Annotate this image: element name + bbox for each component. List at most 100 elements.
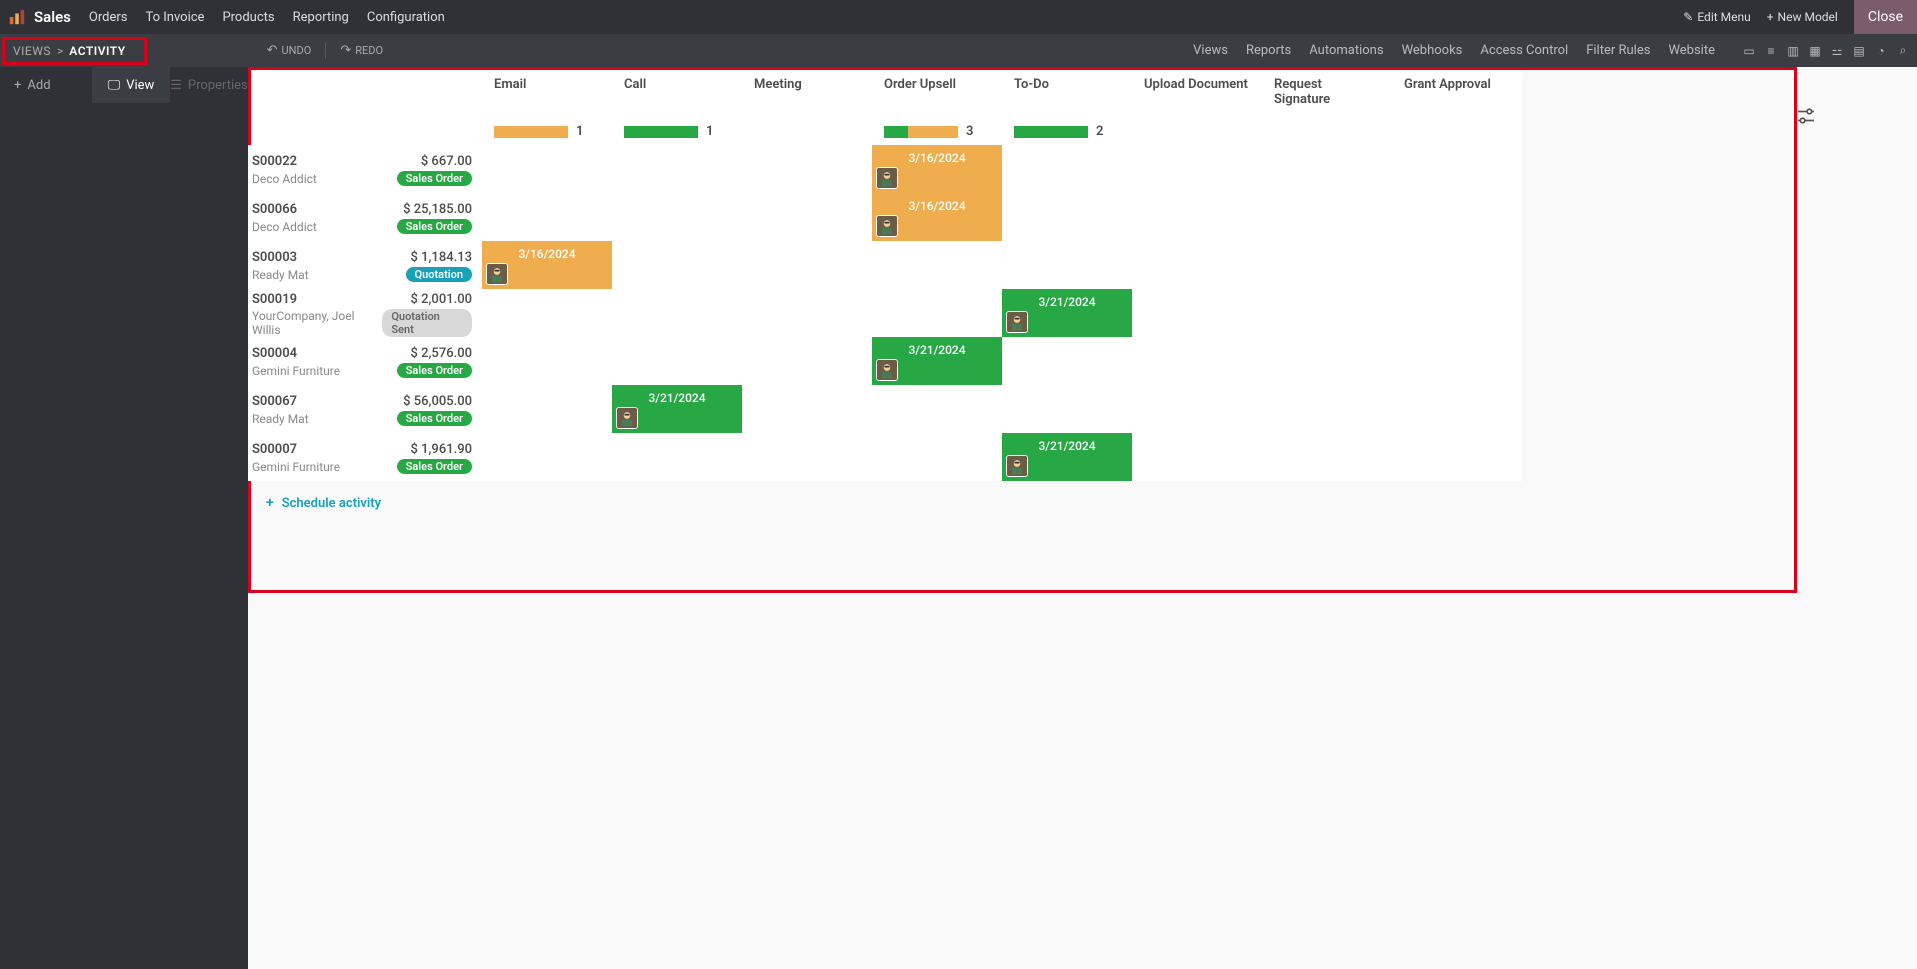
activity-cell[interactable] (742, 193, 872, 241)
activity-cell[interactable] (612, 433, 742, 481)
activity-cell[interactable] (742, 433, 872, 481)
activity-cell[interactable] (1262, 193, 1392, 241)
activity-cell[interactable] (872, 385, 1002, 433)
tb-access-control[interactable]: Access Control (1480, 43, 1568, 58)
activity-cell[interactable] (1132, 241, 1262, 289)
record-info[interactable]: S00007$ 1,961.90Gemini FurnitureSales Or… (248, 433, 482, 481)
activity-cell[interactable] (482, 145, 612, 193)
activity-cell[interactable] (1002, 337, 1132, 385)
edit-menu-button[interactable]: ✎Edit Menu (1683, 10, 1750, 24)
activity-cell[interactable] (1132, 193, 1262, 241)
view-pivot-icon[interactable]: ▤ (1851, 43, 1867, 59)
activity-card[interactable]: 3/16/2024 (482, 241, 612, 289)
sidebar-properties-tab[interactable]: ☰Properties (170, 67, 248, 103)
sidebar-add-button[interactable]: +Add (0, 67, 92, 103)
record-info[interactable]: S00022$ 667.00Deco AddictSales Order (248, 145, 482, 193)
view-calendar-icon[interactable]: ▦ (1807, 43, 1823, 59)
activity-cell[interactable] (1392, 241, 1522, 289)
activity-card[interactable]: 3/21/2024 (612, 385, 742, 433)
activity-cell[interactable] (872, 241, 1002, 289)
sidebar-view-tab[interactable]: 🖵View (92, 67, 170, 103)
close-button[interactable]: Close (1854, 0, 1917, 34)
activity-cell[interactable] (612, 289, 742, 337)
activity-cell[interactable]: 3/21/2024 (872, 337, 1002, 385)
activity-cell[interactable] (1132, 289, 1262, 337)
activity-cell[interactable] (482, 385, 612, 433)
activity-cell[interactable]: 3/21/2024 (1002, 289, 1132, 337)
activity-cell[interactable]: 3/16/2024 (482, 241, 612, 289)
activity-card[interactable]: 3/21/2024 (1002, 433, 1132, 481)
activity-cell[interactable] (482, 433, 612, 481)
crumb-activity[interactable]: Activity (69, 44, 125, 58)
tb-webhooks[interactable]: Webhooks (1402, 43, 1463, 58)
view-list-icon[interactable]: ≡ (1763, 43, 1779, 59)
activity-cell[interactable] (1002, 145, 1132, 193)
activity-cell[interactable] (1002, 241, 1132, 289)
activity-cell[interactable] (612, 241, 742, 289)
crumb-views[interactable]: Views (13, 44, 51, 58)
record-info[interactable]: S00019$ 2,001.00YourCompany, Joel Willis… (248, 289, 482, 337)
tb-automations[interactable]: Automations (1309, 43, 1383, 58)
activity-cell[interactable] (482, 289, 612, 337)
activity-cell[interactable] (1262, 241, 1392, 289)
activity-cell[interactable] (1262, 289, 1392, 337)
activity-cell[interactable] (1392, 193, 1522, 241)
app-brand[interactable]: Sales (34, 8, 71, 26)
view-search-icon[interactable]: ⌕ (1895, 43, 1911, 59)
activity-cell[interactable] (742, 289, 872, 337)
tb-filter-rules[interactable]: Filter Rules (1586, 43, 1650, 58)
record-info[interactable]: S00004$ 2,576.00Gemini FurnitureSales Or… (248, 337, 482, 385)
activity-card[interactable]: 3/21/2024 (1002, 289, 1132, 337)
activity-cell[interactable] (1132, 337, 1262, 385)
activity-cell[interactable] (612, 337, 742, 385)
activity-cell[interactable] (482, 337, 612, 385)
activity-cell[interactable] (1262, 145, 1392, 193)
activity-cell[interactable]: 3/21/2024 (612, 385, 742, 433)
undo-button[interactable]: ↶Undo (267, 43, 312, 58)
activity-cell[interactable] (1132, 385, 1262, 433)
tb-website[interactable]: Website (1668, 43, 1715, 58)
activity-cell[interactable] (1392, 337, 1522, 385)
activity-cell[interactable]: 3/21/2024 (1002, 433, 1132, 481)
activity-cell[interactable] (742, 145, 872, 193)
record-info[interactable]: S00067$ 56,005.00Ready MatSales Order (248, 385, 482, 433)
activity-cell[interactable] (1262, 337, 1392, 385)
activity-cell[interactable] (1392, 289, 1522, 337)
view-graph-icon[interactable]: ⚍ (1829, 43, 1845, 59)
activity-cell[interactable] (1002, 385, 1132, 433)
activity-cell[interactable] (482, 193, 612, 241)
redo-button[interactable]: ↷Redo (340, 43, 383, 58)
activity-cell[interactable] (1262, 433, 1392, 481)
activity-cell[interactable] (742, 337, 872, 385)
new-model-button[interactable]: +New Model (1767, 10, 1838, 24)
nav-products[interactable]: Products (222, 10, 274, 25)
tb-reports[interactable]: Reports (1246, 43, 1291, 58)
activity-cell[interactable] (742, 241, 872, 289)
tb-views[interactable]: Views (1193, 43, 1228, 58)
activity-cell[interactable] (742, 385, 872, 433)
view-form-icon[interactable]: ▭ (1741, 43, 1757, 59)
nav-reporting[interactable]: Reporting (293, 10, 349, 25)
view-kanban-icon[interactable]: ▥ (1785, 43, 1801, 59)
activity-cell[interactable] (612, 193, 742, 241)
activity-card[interactable]: 3/16/2024 (872, 193, 1002, 241)
activity-cell[interactable] (1392, 385, 1522, 433)
activity-cell[interactable] (1132, 145, 1262, 193)
activity-cell[interactable] (1262, 385, 1392, 433)
nav-orders[interactable]: Orders (89, 10, 128, 25)
activity-cell[interactable] (612, 145, 742, 193)
nav-configuration[interactable]: Configuration (367, 10, 445, 25)
view-activity-icon[interactable]: ◔ (1873, 43, 1889, 59)
record-info[interactable]: S00003$ 1,184.13Ready MatQuotation (248, 241, 482, 289)
activity-cell[interactable] (872, 433, 1002, 481)
activity-cell[interactable] (1392, 145, 1522, 193)
activity-card[interactable]: 3/16/2024 (872, 145, 1002, 193)
activity-cell[interactable] (1002, 193, 1132, 241)
activity-cell[interactable] (1132, 433, 1262, 481)
activity-cell[interactable] (1392, 433, 1522, 481)
filter-sliders-icon[interactable] (1797, 107, 1815, 125)
activity-cell[interactable]: 3/16/2024 (872, 193, 1002, 241)
activity-cell[interactable]: 3/16/2024 (872, 145, 1002, 193)
nav-to-invoice[interactable]: To Invoice (145, 10, 204, 25)
activity-card[interactable]: 3/21/2024 (872, 337, 1002, 385)
